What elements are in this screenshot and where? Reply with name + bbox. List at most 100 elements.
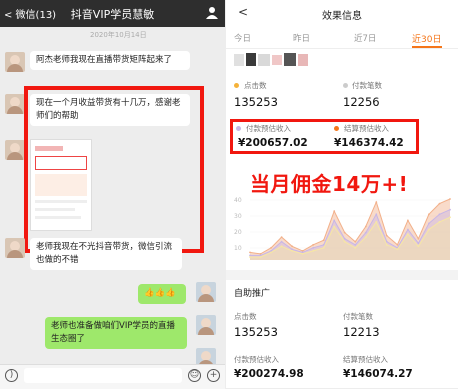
data-point — [428, 222, 430, 225]
settle-income-label: 结算预估收入 — [343, 355, 388, 364]
pay-income-label: 付款预估收入 — [246, 124, 291, 133]
data-point — [354, 243, 357, 246]
data-point — [280, 240, 283, 243]
legend-dot — [234, 83, 239, 88]
data-point — [333, 225, 336, 228]
data-point — [417, 245, 420, 248]
data-point — [449, 216, 451, 219]
chat-title: 抖音VIP学员慧敏 — [70, 8, 155, 21]
chat-date: 2020年10月14日 — [90, 31, 147, 39]
data-point — [354, 246, 357, 249]
pay-count-label: 付款笔数 — [343, 312, 373, 321]
settle-income-label: 结算预估收入 — [344, 124, 389, 133]
tab-today[interactable]: 今日 — [234, 32, 251, 44]
data-point — [333, 219, 336, 222]
data-point — [291, 250, 293, 252]
data-point — [396, 243, 399, 246]
data-point — [375, 213, 378, 216]
data-point — [428, 228, 430, 231]
avatar[interactable] — [5, 52, 25, 72]
data-point — [438, 202, 441, 205]
plus-icon[interactable]: + — [207, 369, 220, 382]
data-point — [249, 256, 251, 258]
legend-dot — [343, 83, 348, 88]
overlay-caption: 当月佣金14万+! — [250, 172, 409, 196]
data-point — [249, 251, 251, 254]
data-point — [417, 242, 420, 245]
income-chart: 40 30 20 10 — [234, 197, 451, 260]
chat-message: 阿杰老师我现在直播带货矩阵起来了 — [30, 51, 190, 70]
y-tick-label: 30 — [234, 213, 242, 220]
avatar[interactable] — [196, 315, 216, 335]
y-tick-label: 20 — [234, 229, 242, 236]
tab-divider — [226, 48, 458, 49]
data-point — [322, 246, 325, 249]
tab-yesterday[interactable]: 昨日 — [293, 32, 310, 44]
section-divider — [226, 270, 458, 280]
avatar[interactable] — [5, 140, 25, 160]
data-point — [322, 239, 325, 242]
emoji-icon[interactable]: ☺ — [188, 369, 201, 382]
avatar[interactable] — [196, 282, 216, 302]
data-point — [428, 213, 430, 216]
pay-count-value: 12256 — [343, 95, 380, 109]
clicks-value: 135253 — [234, 325, 278, 339]
settle-income-value: ¥146074.27 — [343, 368, 413, 380]
redacted-account-name — [234, 50, 318, 70]
stats-title: 效果信息 — [322, 11, 362, 22]
clicks-value: 135253 — [234, 95, 278, 109]
tab-30days[interactable]: 近30日 — [412, 32, 441, 45]
data-point — [270, 251, 272, 254]
pay-count-label: 付款笔数 — [352, 81, 382, 90]
tab-7days[interactable]: 近7日 — [354, 32, 376, 44]
data-point — [280, 245, 283, 248]
contact-info-icon[interactable] — [206, 6, 218, 19]
data-point — [375, 201, 378, 203]
y-tick-label: 40 — [234, 197, 242, 204]
clicks-label: 点击数 — [234, 312, 257, 321]
voice-icon[interactable]: ) — [5, 369, 18, 382]
data-point — [312, 246, 315, 249]
data-point — [438, 213, 441, 216]
legend-dot — [236, 126, 241, 131]
avatar[interactable] — [5, 94, 25, 114]
y-tick-label: 10 — [234, 245, 242, 252]
data-point — [291, 245, 293, 248]
active-tab-indicator — [412, 46, 442, 48]
data-point — [291, 248, 293, 251]
chat-message: 老师我现在不光抖音带货，微信引流也做的不错 — [30, 238, 182, 270]
legend-dot — [334, 126, 339, 131]
data-point — [407, 233, 409, 235]
data-point — [312, 250, 315, 252]
data-point — [364, 236, 367, 238]
data-point — [270, 246, 272, 249]
data-point — [375, 221, 378, 223]
data-point — [364, 225, 367, 228]
data-point — [407, 219, 409, 222]
data-point — [343, 240, 346, 243]
data-point — [343, 231, 346, 234]
clicks-label: 点击数 — [244, 81, 267, 90]
section-title: 自助推广 — [234, 289, 271, 299]
data-point — [449, 208, 451, 211]
message-input[interactable] — [24, 368, 182, 383]
avatar[interactable] — [5, 238, 25, 258]
data-point — [396, 248, 399, 251]
settle-income-value: ¥146374.42 — [334, 137, 404, 149]
highlight-frame — [24, 86, 204, 253]
data-point — [438, 221, 441, 223]
data-point — [301, 253, 304, 255]
data-point — [280, 236, 283, 238]
data-point — [312, 243, 315, 246]
data-point — [343, 237, 346, 240]
data-point — [354, 240, 357, 243]
data-point — [259, 254, 262, 257]
data-point — [333, 210, 336, 213]
pay-income-value: ¥200274.98 — [234, 368, 304, 380]
pay-income-label: 付款预估收入 — [234, 355, 279, 364]
data-point — [249, 254, 251, 257]
data-point — [407, 228, 409, 231]
pay-count-value: 12213 — [343, 325, 380, 339]
data-point — [417, 237, 420, 240]
chat-message: 👍👍👍 — [138, 284, 186, 304]
